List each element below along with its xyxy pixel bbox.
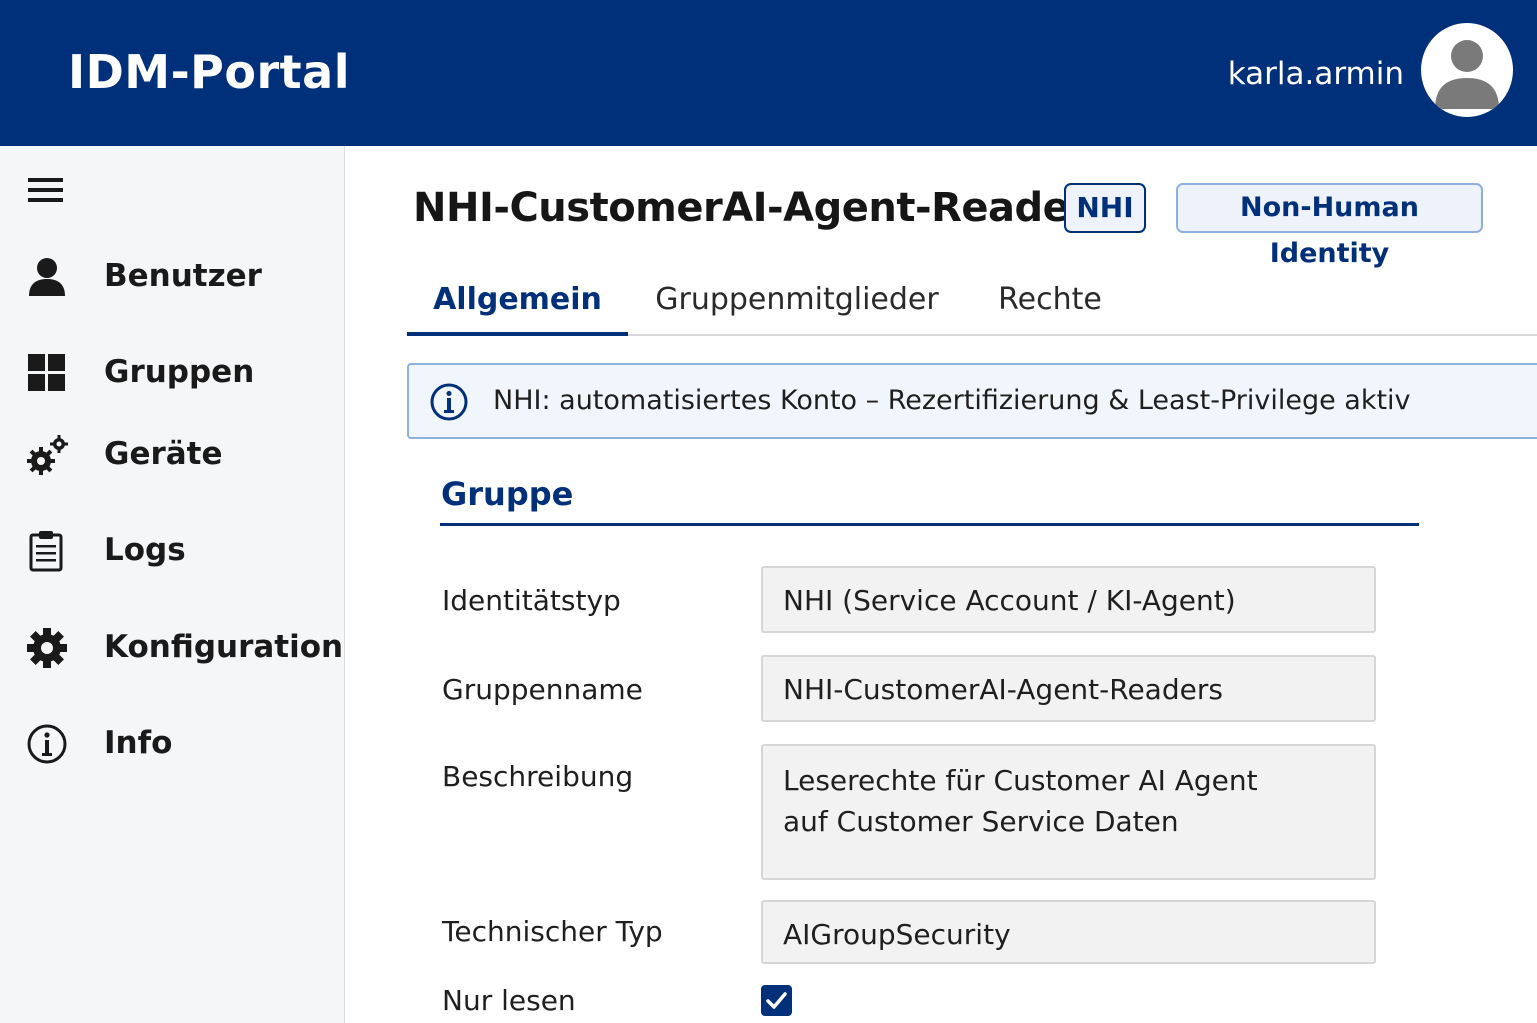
info-icon [429, 382, 469, 422]
sidebar-item-label: Konfiguration [104, 629, 344, 665]
user-avatar-icon[interactable] [1421, 23, 1513, 117]
identity-type-label: Identitätstyp [442, 584, 621, 617]
sidebar-item-info[interactable]: Info [0, 713, 344, 773]
sidebar: Benutzer Gruppen Geräte Logs Konfigurati… [0, 146, 345, 1023]
top-header: IDM-Portal karla.armin [0, 0, 1537, 146]
sidebar-item-konfiguration[interactable]: Konfiguration [0, 617, 344, 677]
avatar-person-icon [1435, 40, 1499, 109]
description-label: Beschreibung [442, 760, 634, 793]
clipboard-icon [26, 530, 68, 572]
nhi-badge: NHI [1064, 183, 1146, 233]
identity-type-field[interactable]: NHI (Service Account / KI-Agent) [761, 566, 1376, 633]
username-label[interactable]: karla.armin [1228, 52, 1404, 96]
group-name-field[interactable]: NHI-CustomerAI-Agent-Readers [761, 655, 1376, 722]
sidebar-item-benutzer[interactable]: Benutzer [0, 246, 344, 306]
person-icon [26, 256, 68, 298]
group-name-label: Gruppenname [442, 673, 643, 706]
gear-icon [26, 627, 68, 669]
grid-icon [26, 352, 68, 394]
read-only-checkbox[interactable] [761, 985, 792, 1016]
sidebar-item-geraete[interactable]: Geräte [0, 424, 344, 484]
info-banner: NHI: automatisiertes Konto – Rezertifizi… [407, 363, 1537, 439]
technical-type-label: Technischer Typ [442, 915, 663, 948]
tab-allgemein[interactable]: Allgemein [407, 278, 628, 336]
sidebar-item-logs[interactable]: Logs [0, 520, 344, 580]
identity-type-badge: Non-Human Identity [1176, 183, 1483, 269]
description-line-1: Leserechte für Customer AI Agent [783, 764, 1258, 797]
checkmark-icon [766, 992, 787, 1009]
tab-bar: Allgemein Gruppenmitglieder Rechte [407, 270, 1537, 336]
sidebar-item-gruppen[interactable]: Gruppen [0, 342, 344, 402]
app-title[interactable]: IDM-Portal [68, 42, 350, 102]
gears-icon [26, 434, 68, 476]
section-divider [440, 523, 1419, 526]
sidebar-item-label: Info [104, 725, 173, 761]
tab-gruppenmitglieder[interactable]: Gruppenmitglieder [653, 278, 941, 332]
technical-type-field[interactable]: AIGroupSecurity [761, 900, 1376, 964]
sidebar-item-label: Logs [104, 532, 186, 568]
page-title: NHI-CustomerAI-Agent-Readers [413, 185, 1112, 231]
description-line-2: auf Customer Service Daten [783, 805, 1179, 838]
read-only-label: Nur lesen [442, 984, 576, 1017]
description-field[interactable]: Leserechte für Customer AI Agent auf Cus… [761, 744, 1376, 880]
info-banner-text: NHI: automatisiertes Konto – Rezertifizi… [493, 385, 1411, 416]
info-icon [26, 723, 68, 765]
sidebar-item-label: Gruppen [104, 354, 255, 390]
hamburger-menu-icon[interactable] [28, 174, 64, 206]
main-content: NHI-CustomerAI-Agent-Readers NHI Non-Hum… [345, 146, 1537, 1023]
section-title: Gruppe [441, 475, 574, 513]
sidebar-item-label: Geräte [104, 436, 223, 472]
sidebar-item-label: Benutzer [104, 258, 262, 294]
tab-rechte[interactable]: Rechte [987, 278, 1113, 332]
